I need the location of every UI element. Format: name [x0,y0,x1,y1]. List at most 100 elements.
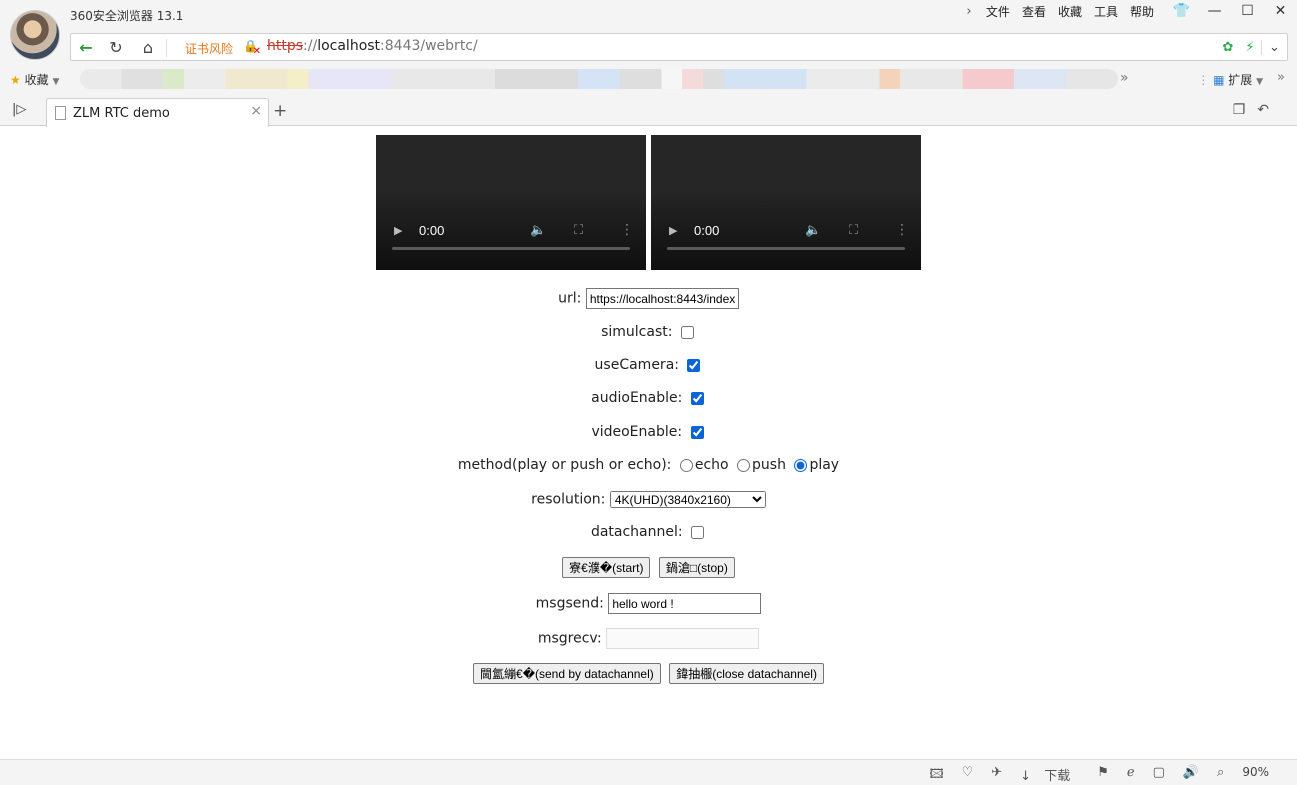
simulcast-label: simulcast: [601,324,673,340]
method-option-push[interactable]: push [752,457,786,473]
url-path: :8443/webrtc/ [380,38,478,54]
sidebar-toggle-icon[interactable]: |▷ [12,102,26,117]
more-options-icon[interactable]: ⋮ [620,222,634,238]
bookmarks-bar: ★ 收藏 ▼ » ⋮ ▦ 扩展 ▼ » [0,64,1297,94]
broken-lock-icon[interactable]: 🔒 ✕ [243,39,261,57]
resolution-row: resolution: 4K(UHD)(3840x2160) [0,491,1297,508]
url-input[interactable]: https://localhost:8443/webrtc/ [267,38,478,54]
pin-icon[interactable]: ✈ [982,765,1011,785]
more-extensions-icon[interactable]: » [1277,70,1285,85]
address-bar-row: ← ↻ ⌂ 证书风险 🔒 ✕ https://localhost:8443/web… [0,30,1297,64]
home-icon[interactable]: ⌂ [137,38,159,58]
menu-favorites[interactable]: 收藏 [1052,3,1088,21]
avatar[interactable] [10,10,60,60]
remote-video[interactable]: ▶ 0:00 🔈 ⛶ ⋮ [651,135,921,270]
fullscreen-icon[interactable]: ⛶ [849,223,858,238]
window-controls: 👕 — ☐ ✕ [1165,0,1297,24]
volume-icon[interactable]: 🔈 [530,223,546,238]
method-radio-play[interactable] [794,458,808,472]
compat-mode-icon[interactable]: ✿ [1217,40,1239,55]
msgsend-row: msgsend: [0,593,1297,614]
ie-icon[interactable]: ℯ [1118,765,1144,785]
method-option-echo[interactable]: echo [695,457,729,473]
speed-mode-icon[interactable]: ⚡ [1239,40,1261,55]
tab-zlm-rtc-demo[interactable]: ZLM RTC demo × [46,98,269,127]
status-bar: 🖾 ♡ ✈ ↓ 下载 ⚑ ℯ ▢ 🔊 ⌕ 90% [0,759,1297,785]
flag-icon[interactable]: ⚑ [1088,765,1118,785]
page-content: ▶ 0:00 🔈 ⛶ ⋮ ▶ 0:00 🔈 ⛶ ⋮ url: simulcast… [0,127,1297,759]
use-camera-row: useCamera: [0,357,1297,373]
close-window-button[interactable]: ✕ [1264,0,1297,24]
volume-icon[interactable]: 🔈 [805,223,821,238]
use-camera-label: useCamera: [594,357,679,373]
zoom-icon[interactable]: ⌕ [1208,765,1233,785]
simulcast-checkbox[interactable] [680,325,694,339]
sound-icon[interactable]: 🔊 [1174,765,1208,785]
more-bookmarks-icon[interactable]: » [1120,70,1129,86]
audio-enable-checkbox[interactable] [690,391,704,405]
video-progress-bar[interactable] [392,247,630,250]
zoom-level[interactable]: 90% [1233,765,1285,785]
favorites-label: 收藏 [24,73,49,87]
video-time: 0:00 [694,223,720,238]
video-controls: ▶ 0:00 🔈 ⛶ ⋮ [376,222,646,242]
msgrecv-row: msgrecv: [0,628,1297,649]
url-field[interactable] [585,288,739,309]
extensions-button[interactable]: ⋮ ▦ 扩展 ▼ [1197,71,1263,88]
menu-bar: › 文件 查看 收藏 工具 帮助 [958,3,1160,21]
window-icon[interactable]: ▢ [1144,765,1174,785]
caret-down-icon: ▼ [52,77,60,87]
datachannel-checkbox[interactable] [691,525,705,539]
download-icon[interactable]: ↓ 下载 [1011,765,1088,785]
blurred-bookmarks[interactable] [80,69,1118,89]
url-row: url: [0,288,1297,309]
use-camera-checkbox[interactable] [687,358,701,372]
local-video[interactable]: ▶ 0:00 🔈 ⛶ ⋮ [376,135,646,270]
method-option-play[interactable]: play [809,457,839,473]
play-icon[interactable]: ▶ [394,224,402,237]
msgsend-input[interactable] [608,593,762,614]
stop-button[interactable]: 鍋滄□(stop) [658,557,735,578]
certificate-warning[interactable]: 证书风险 [185,40,233,57]
resolution-select[interactable]: 4K(UHD)(3840x2160) [609,491,766,508]
more-options-icon[interactable]: ⋮ [895,222,909,238]
fullscreen-icon[interactable]: ⛶ [574,223,583,238]
simulcast-row: simulcast: [0,324,1297,340]
chevron-right-icon[interactable]: › [958,3,980,21]
close-datachannel-button[interactable]: 鍏抽棴(close datachannel) [669,663,824,684]
method-radio-echo[interactable] [679,458,693,472]
send-by-datachannel-button[interactable]: 閫氳繃€�(send by datachannel) [473,663,661,684]
video-enable-label: videoEnable: [591,424,683,440]
video-area: ▶ 0:00 🔈 ⛶ ⋮ ▶ 0:00 🔈 ⛶ ⋮ [376,135,921,270]
app-title: 360安全浏览器 13.1 [70,9,184,23]
chevron-down-icon[interactable]: ⌄ [1261,39,1287,55]
back-arrow-icon[interactable]: ← [75,38,97,58]
image-icon[interactable]: 🖾 [920,765,952,785]
close-tab-icon[interactable]: × [250,103,262,119]
start-button[interactable]: 寮€濮�(start) [562,557,651,578]
favorites-button[interactable]: ★ 收藏 ▼ [10,71,59,88]
reload-icon[interactable]: ↻ [105,38,127,58]
download-label: 下载 [1044,769,1071,784]
undo-close-icon[interactable]: ↶ [1257,102,1269,118]
skin-icon[interactable]: 👕 [1165,0,1198,24]
menu-view[interactable]: 查看 [1016,3,1052,21]
tab-label: ZLM RTC demo [73,106,170,121]
maximize-button[interactable]: ☐ [1231,0,1264,24]
minimize-button[interactable]: — [1198,0,1231,24]
tab-list-icon[interactable]: ❐ [1233,102,1246,118]
url-label: url: [558,290,582,307]
video-progress-bar[interactable] [667,247,905,250]
menu-help[interactable]: 帮助 [1124,3,1160,21]
menu-file[interactable]: 文件 [980,3,1016,21]
heart-icon[interactable]: ♡ [953,765,983,785]
new-tab-button[interactable]: + [273,101,287,121]
video-enable-checkbox[interactable] [690,425,704,439]
menu-tools[interactable]: 工具 [1088,3,1124,21]
method-radio-push[interactable] [737,458,751,472]
play-icon[interactable]: ▶ [669,224,677,237]
start-stop-row: 寮€濮�(start) 鍋滄□(stop) [0,557,1297,578]
drag-handle-icon: ⋮ [1197,73,1210,87]
page-icon [55,106,66,120]
method-label: method(play or push or echo): [457,457,672,473]
